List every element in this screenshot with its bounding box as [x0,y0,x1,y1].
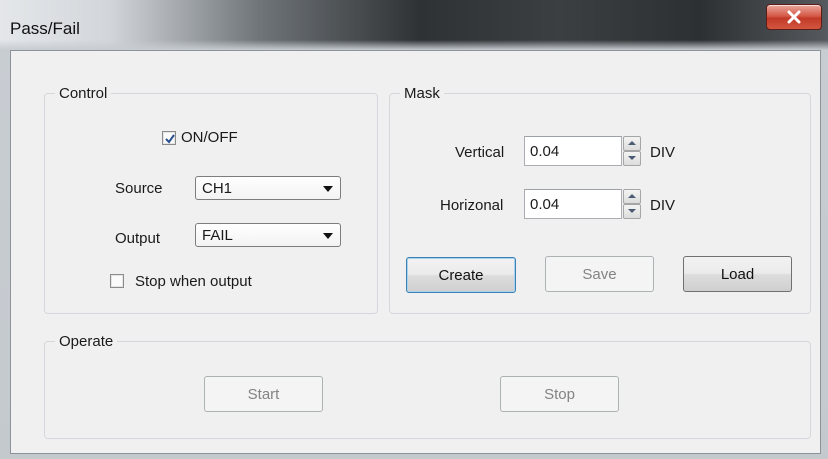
output-value: FAIL [202,227,233,244]
horizontal-input[interactable]: 0.04 [524,189,622,219]
dialog-client-area: Control ON/OFF Source CH1 Output FAIL St… [10,50,821,454]
on-off-checkbox[interactable] [162,131,176,145]
create-button[interactable]: Create [406,257,516,293]
control-group: Control ON/OFF Source CH1 Output FAIL St… [44,85,378,314]
vertical-increment-button[interactable] [623,136,641,151]
mask-group-title: Mask [400,85,444,103]
save-button[interactable]: Save [545,256,654,292]
stop-when-output-label[interactable]: Stop when output [135,273,252,291]
horizontal-unit: DIV [650,197,676,214]
output-label: Output [115,230,161,247]
vertical-unit: DIV [650,144,676,161]
vertical-spinner [623,136,641,166]
horizontal-decrement-button[interactable] [623,204,641,219]
source-select[interactable]: CH1 [195,176,341,200]
mask-group: Mask Vertical 0.04 DIV Horizonal 0.04 DI… [389,85,811,314]
horizontal-spinner [623,189,641,219]
title-bar[interactable]: Pass/Fail [0,0,828,50]
load-button[interactable]: Load [683,256,792,292]
pass-fail-window: Pass/Fail Control ON/OFF Source CH1 Outp… [0,0,828,459]
vertical-label: Vertical [455,144,505,161]
source-value: CH1 [202,180,233,197]
control-group-title: Control [55,85,112,103]
vertical-decrement-button[interactable] [623,151,641,166]
stop-when-output-checkbox[interactable] [110,274,124,288]
source-label: Source [115,180,163,197]
window-title: Pass/Fail [10,19,80,38]
vertical-input[interactable]: 0.04 [524,136,622,166]
close-icon [787,10,801,24]
operate-group-title: Operate [55,333,118,351]
close-button[interactable] [766,4,822,30]
chevron-down-icon [323,186,333,192]
horizontal-value: 0.04 [530,196,560,213]
chevron-down-icon [323,233,333,239]
start-button[interactable]: Start [204,376,323,412]
vertical-value: 0.04 [530,143,560,160]
checkmark-icon [165,134,175,144]
horizontal-label: Horizonal [440,197,504,214]
stop-button[interactable]: Stop [500,376,619,412]
operate-group: Operate Start Stop [44,333,811,439]
on-off-label[interactable]: ON/OFF [181,129,238,147]
output-select[interactable]: FAIL [195,223,341,247]
horizontal-increment-button[interactable] [623,189,641,204]
